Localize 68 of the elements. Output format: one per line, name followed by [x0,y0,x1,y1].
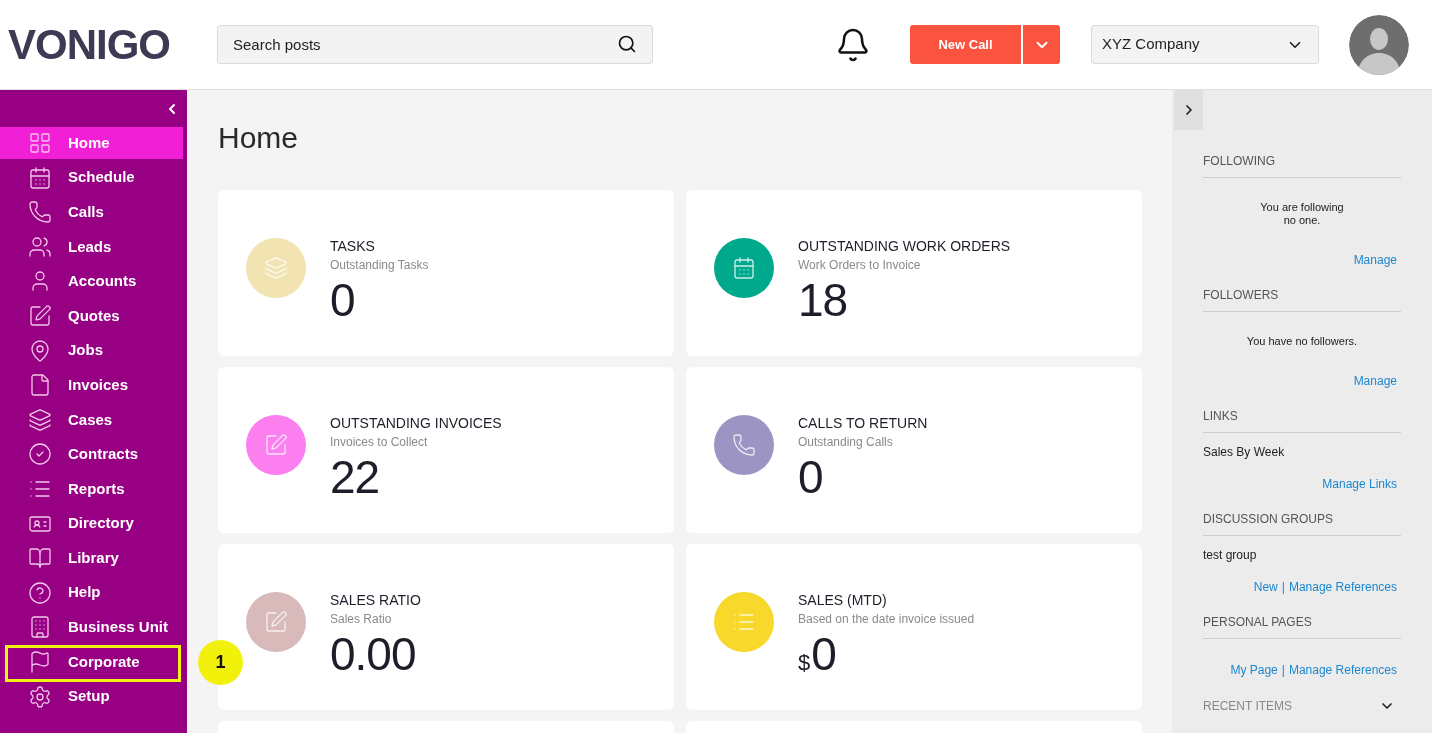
stat-value: 0 [330,277,355,323]
stat-value: 0 [811,631,836,677]
card-subtitle: Sales Ratio [330,612,393,626]
sidebar-item[interactable]: Setup [0,680,183,713]
sidebar-item[interactable]: Quotes [0,299,183,332]
edit-icon [28,303,52,328]
stat-value: 22 [330,454,380,500]
check-circle-icon [28,442,52,467]
card-title: CALLS TO RETURN [798,415,928,431]
sidebar-item[interactable]: Cases [0,403,183,436]
flag-icon [28,649,52,674]
sidebar-item[interactable]: Leads [0,230,183,263]
empty-message: You have no followers. [1245,335,1359,348]
panel-toggle-button[interactable] [1174,90,1203,130]
section-heading: LINKS [1203,409,1401,433]
sidebar-item[interactable]: Home [0,127,183,159]
help-icon [28,580,52,605]
card-subtitle: Outstanding Calls [798,435,894,449]
stat-value: 0 [798,454,823,500]
sidebar-item[interactable]: Jobs [0,334,183,367]
layers-icon [28,407,52,432]
stat-value: 18 [798,277,848,323]
link-separator: | [1281,580,1285,594]
card-subtitle: Work Orders to Invoice [798,258,922,272]
grid-icon [28,131,52,155]
sidebar-item[interactable]: Accounts [0,265,183,298]
users-icon [28,234,52,259]
section-heading: FOLLOWERS [1203,288,1401,312]
building-icon [28,615,52,640]
panel-item[interactable]: test group [1203,548,1401,562]
sidebar-item[interactable]: Help [0,576,183,609]
sidebar-item[interactable]: Invoices [0,369,183,402]
bell-icon[interactable] [835,26,871,63]
card-title: OUTSTANDING INVOICES [330,415,502,431]
card-title: SALES RATIO [330,592,421,608]
sidebar-item[interactable]: Calls [0,196,183,229]
phone-icon [28,200,52,225]
calendar-icon [28,165,52,190]
sidebar-item[interactable]: Corporate [0,645,183,678]
link-separator: | [1281,663,1285,677]
card-subtitle: Based on the date invoice issued [798,612,975,626]
sidebar-item[interactable]: Directory [0,507,183,540]
page-title: Home [218,120,300,156]
section-heading: PERSONAL PAGES [1203,615,1401,639]
card-subtitle: Outstanding Tasks [330,258,429,272]
card-title: OUTSTANDING WORK ORDERS [798,238,1011,254]
search-field[interactable]: Search posts [217,25,653,64]
empty-message: You are following no one. [1259,201,1345,227]
sidebar-item[interactable]: Reports [0,472,183,505]
panel-item[interactable]: Sales By Week [1203,445,1401,459]
settings-icon [28,684,52,709]
card-subtitle: Invoices to Collect [330,435,429,449]
section-heading: DISCUSSION GROUPS [1203,512,1401,536]
sidebar-item[interactable]: Library [0,542,183,575]
card-title: SALES (MTD) [798,592,888,608]
stat-value: 0.00 [330,631,416,677]
search-icon[interactable] [617,34,637,54]
card-title: TASKS [330,238,376,254]
document-icon [28,373,52,398]
section-heading: FOLLOWING [1203,154,1401,178]
sidebar-item[interactable]: Schedule [0,161,183,194]
avatar-icon[interactable] [1349,14,1409,75]
map-pin-icon [28,338,52,363]
sidebar-item[interactable]: Contracts [0,438,183,471]
currency-symbol: $ [798,652,811,674]
sidebar-item[interactable]: Business Unit [0,611,183,644]
logo: VONIGO [8,20,171,68]
company-select[interactable]: XYZ Company [1091,25,1319,64]
